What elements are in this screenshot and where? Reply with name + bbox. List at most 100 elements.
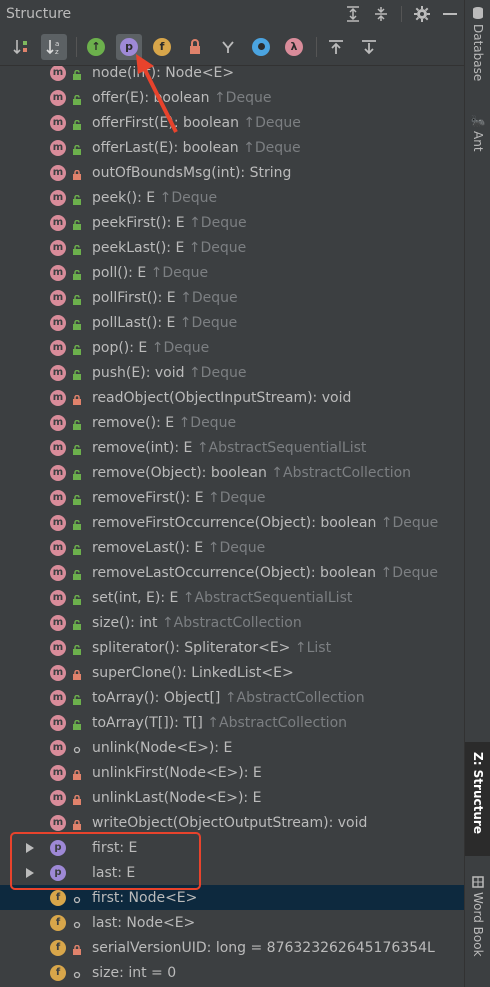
inherited-from: ↑AbstractCollection xyxy=(207,714,348,731)
method-icon: m xyxy=(50,389,66,406)
member-signature: last: Node<E> xyxy=(92,914,196,931)
member-label: unlink(Node<E>): E xyxy=(92,740,232,756)
tree-row[interactable]: m unlinkLast(Node<E>): E xyxy=(0,785,464,810)
autoscroll-to-source-button[interactable] xyxy=(323,34,349,60)
tree-row[interactable]: m readObject(ObjectInputStream): void xyxy=(0,385,464,410)
member-label: remove(Object): boolean ↑AbstractCollect… xyxy=(92,465,411,481)
expand-all-icon[interactable] xyxy=(343,4,363,24)
member-signature: remove(Object): boolean xyxy=(92,464,272,481)
right-tool-strip: Database 🐜 Ant Z: Structure Word Book xyxy=(464,0,490,987)
tree-row[interactable]: m peek(): E ↑Deque xyxy=(0,185,464,210)
tree-row[interactable]: m peekLast(): E ↑Deque xyxy=(0,235,464,260)
gear-icon[interactable] xyxy=(412,4,432,24)
sort-by-visibility-button[interactable] xyxy=(8,34,34,60)
member-signature: removeFirst(): E xyxy=(92,489,209,506)
tree-row[interactable]: m poll(): E ↑Deque xyxy=(0,260,464,285)
tree-row[interactable]: m offerFirst(E): boolean ↑Deque xyxy=(0,110,464,135)
method-icon: m xyxy=(50,89,66,106)
tree-row[interactable]: m set(int, E): E ↑AbstractSequentialList xyxy=(0,585,464,610)
show-inherited-button[interactable]: ↑ xyxy=(83,34,109,60)
member-label: writeObject(ObjectOutputStream): void xyxy=(92,815,367,831)
tree-row[interactable]: m removeFirstOccurrence(Object): boolean … xyxy=(0,510,464,535)
tree-row[interactable]: m offer(E): boolean ↑Deque xyxy=(0,85,464,110)
tree-row[interactable]: f first: Node<E> xyxy=(0,885,464,910)
member-label: peekFirst(): E ↑Deque xyxy=(92,215,247,231)
expand-arrow-icon[interactable] xyxy=(26,842,34,853)
private-lock-icon xyxy=(72,818,82,830)
tree-row[interactable]: f serialVersionUID: long = 87632326264517… xyxy=(0,935,464,960)
show-properties-button[interactable]: p xyxy=(116,33,142,60)
tree-row[interactable]: m push(E): void ↑Deque xyxy=(0,360,464,385)
method-icon: m xyxy=(50,689,66,706)
public-icon xyxy=(72,218,82,230)
tab-word-book[interactable]: Word Book xyxy=(465,876,490,957)
sort-alphabetically-button[interactable]: az xyxy=(41,33,67,60)
public-icon xyxy=(72,143,82,155)
tree-row[interactable]: m removeFirst(): E ↑Deque xyxy=(0,485,464,510)
property-icon: p xyxy=(120,37,138,56)
expand-arrow-icon[interactable] xyxy=(26,867,34,878)
tree-row[interactable]: m pop(): E ↑Deque xyxy=(0,335,464,360)
member-label: first: Node<E> xyxy=(92,890,197,906)
method-icon: m xyxy=(50,489,66,506)
tree-row[interactable]: p last: E xyxy=(0,860,464,885)
tree-row[interactable]: m toArray(): Object[] ↑AbstractCollection xyxy=(0,685,464,710)
collapse-all-icon[interactable] xyxy=(371,4,391,24)
tree-row[interactable]: m outOfBoundsMsg(int): String xyxy=(0,160,464,185)
tree-row[interactable]: m spliterator(): Spliterator<E> ↑List xyxy=(0,635,464,660)
svg-text:z: z xyxy=(55,48,59,56)
member-signature: unlink(Node<E>): E xyxy=(92,739,233,756)
tree-row[interactable]: m node(int): Node<E> xyxy=(0,66,464,85)
tab-structure[interactable]: Z: Structure xyxy=(465,742,490,856)
member-label: remove(int): E ↑AbstractSequentialList xyxy=(92,440,366,456)
field-icon: f xyxy=(50,939,66,956)
tree-row[interactable]: m writeObject(ObjectOutputStream): void xyxy=(0,810,464,835)
tree-row[interactable]: m pollLast(): E ↑Deque xyxy=(0,310,464,335)
tree-row[interactable]: m peekFirst(): E ↑Deque xyxy=(0,210,464,235)
method-icon: m xyxy=(50,314,66,331)
method-icon: m xyxy=(50,814,66,831)
tree-row[interactable]: m size(): int ↑AbstractCollection xyxy=(0,610,464,635)
tree-row[interactable]: m pollFirst(): E ↑Deque xyxy=(0,285,464,310)
tree-row[interactable]: f last: Node<E> xyxy=(0,910,464,935)
method-icon: m xyxy=(50,214,66,231)
member-signature: writeObject(ObjectOutputStream): void xyxy=(92,814,368,831)
public-icon xyxy=(72,568,82,580)
tree-row[interactable]: m offerLast(E): boolean ↑Deque xyxy=(0,135,464,160)
tree-row[interactable]: f size: int = 0 xyxy=(0,960,464,985)
member-signature: last: E xyxy=(92,864,136,881)
tree-row[interactable]: m unlink(Node<E>): E xyxy=(0,735,464,760)
tree-row[interactable]: m unlinkFirst(Node<E>): E xyxy=(0,760,464,785)
hide-icon[interactable] xyxy=(440,4,460,24)
member-label: outOfBoundsMsg(int): String xyxy=(92,165,291,181)
inherited-icon: ↑ xyxy=(87,37,105,56)
tree-row[interactable]: p first: E xyxy=(0,835,464,860)
tree-row[interactable]: m superClone(): LinkedList<E> xyxy=(0,660,464,685)
show-lambdas-tree-button[interactable] xyxy=(215,34,241,60)
autoscroll-from-source-button[interactable] xyxy=(356,34,382,60)
method-icon: m xyxy=(50,239,66,256)
tree-row[interactable]: m remove(int): E ↑AbstractSequentialList xyxy=(0,435,464,460)
member-label: last: E xyxy=(92,865,135,881)
tab-database[interactable]: Database xyxy=(465,6,490,81)
method-icon: m xyxy=(50,139,66,156)
show-non-public-button[interactable] xyxy=(182,34,208,60)
show-lambdas-button[interactable]: λ xyxy=(281,34,307,60)
tree-row[interactable]: m remove(Object): boolean ↑AbstractCollec… xyxy=(0,460,464,485)
public-icon xyxy=(72,693,82,705)
member-label: pollFirst(): E ↑Deque xyxy=(92,290,238,306)
public-icon xyxy=(72,718,82,730)
inherited-from: ↑Deque xyxy=(150,264,209,281)
divider xyxy=(76,36,77,57)
tree-row[interactable]: m remove(): E ↑Deque xyxy=(0,410,464,435)
tree-row[interactable]: m removeLast(): E ↑Deque xyxy=(0,535,464,560)
show-anonymous-button[interactable] xyxy=(248,34,274,60)
tree-row[interactable]: m toArray(T[]): T[] ↑AbstractCollection xyxy=(0,710,464,735)
structure-tree[interactable]: m node(int): Node<E> m offer(E): boolean ↑D… xyxy=(0,66,464,987)
tree-row[interactable]: m removeLastOccurrence(Object): boolean ↑… xyxy=(0,560,464,585)
show-fields-button[interactable]: f xyxy=(149,34,175,60)
tab-ant[interactable]: 🐜 Ant xyxy=(465,114,490,152)
tab-label: Database xyxy=(471,24,485,82)
inherited-from: ↑Deque xyxy=(188,239,247,256)
public-icon xyxy=(72,68,82,80)
